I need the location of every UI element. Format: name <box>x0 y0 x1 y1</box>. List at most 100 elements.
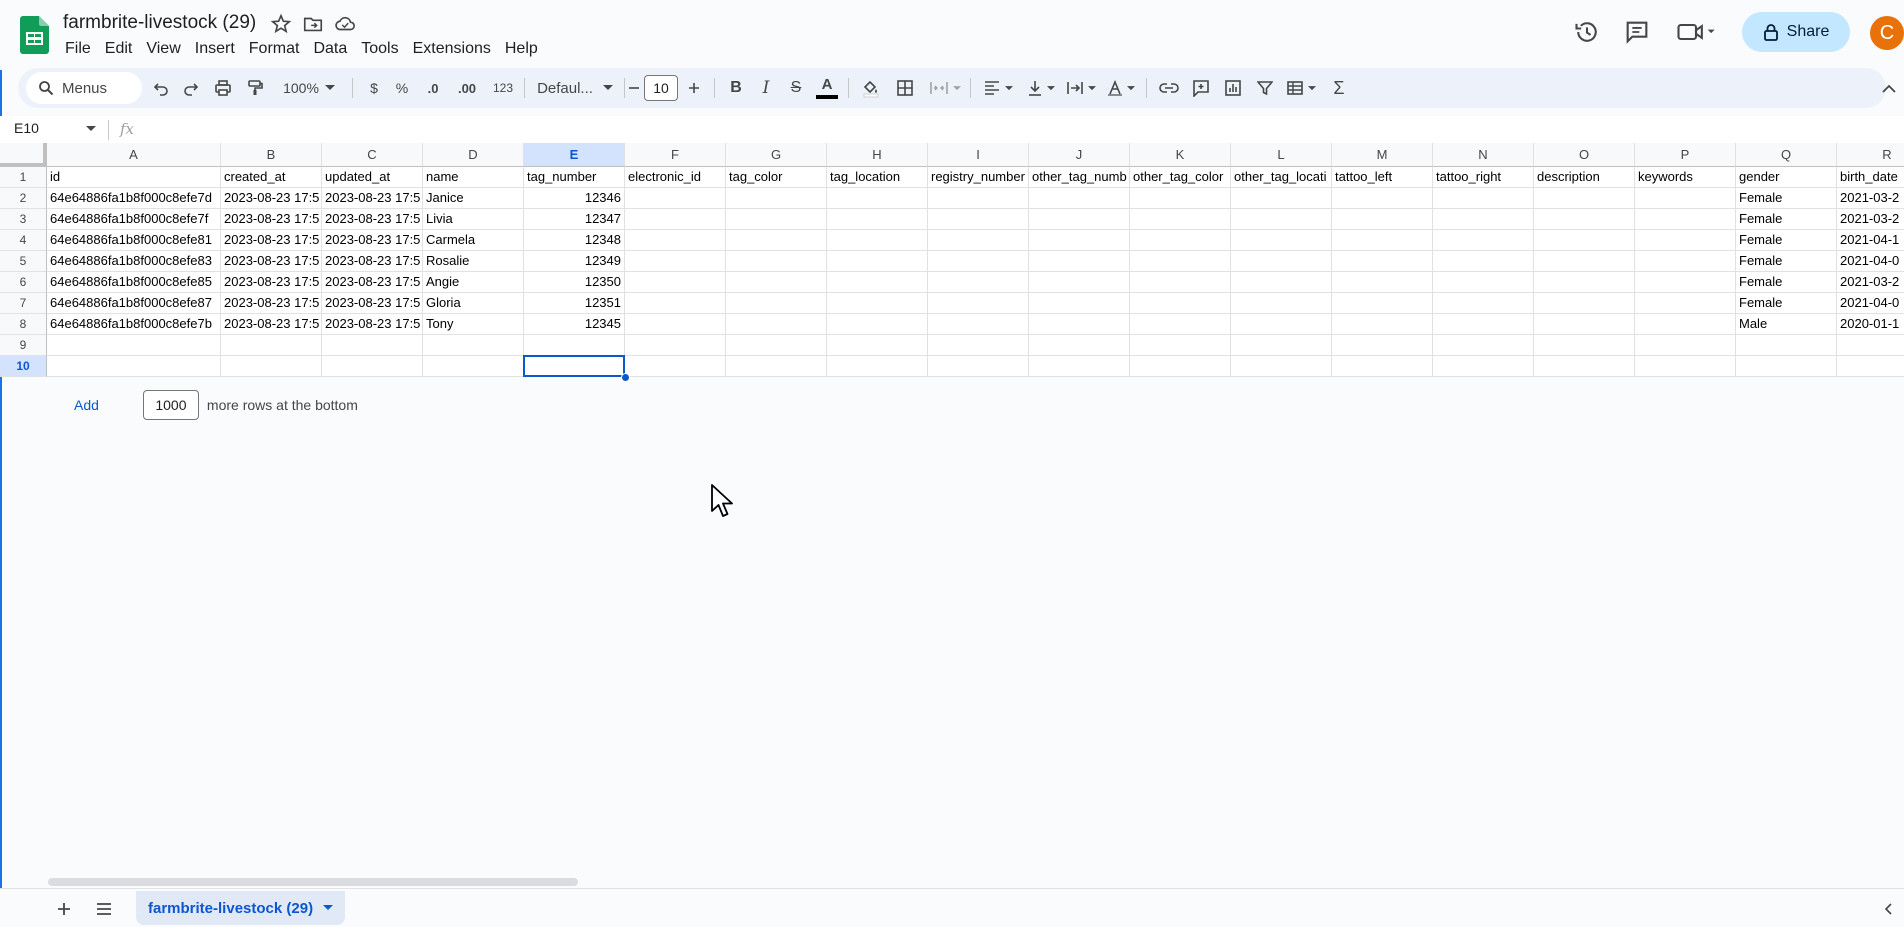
cell-n3[interactable] <box>1433 209 1534 230</box>
share-button[interactable]: Share <box>1742 12 1850 52</box>
cell-o3[interactable] <box>1534 209 1635 230</box>
cell-l2[interactable] <box>1231 188 1332 209</box>
cell-r7[interactable]: 2021-04-0 <box>1837 293 1904 314</box>
star-icon[interactable] <box>270 13 292 35</box>
cell-k4[interactable] <box>1130 230 1231 251</box>
cell-a8[interactable]: 64e64886fa1b8f000c8efe7b <box>47 314 221 335</box>
cell-r3[interactable]: 2021-03-2 <box>1837 209 1904 230</box>
cell-d4[interactable]: Carmela <box>423 230 524 251</box>
meet-video-icon[interactable] <box>1676 18 1716 46</box>
column-header-j[interactable]: J <box>1029 143 1130 167</box>
cell-h8[interactable] <box>827 314 928 335</box>
cell-h6[interactable] <box>827 272 928 293</box>
row-header-2[interactable]: 2 <box>0 188 47 209</box>
cell-m7[interactable] <box>1332 293 1433 314</box>
document-title[interactable]: farmbrite-livestock (29) <box>63 12 256 34</box>
column-header-n[interactable]: N <box>1433 143 1534 167</box>
column-header-d[interactable]: D <box>423 143 524 167</box>
column-header-m[interactable]: M <box>1332 143 1433 167</box>
merge-cells-button[interactable] <box>924 68 966 108</box>
cloud-saved-icon[interactable] <box>334 13 356 35</box>
cell-c10[interactable] <box>322 356 423 377</box>
cell-q3[interactable]: Female <box>1736 209 1837 230</box>
cell-m5[interactable] <box>1332 251 1433 272</box>
cell-b7[interactable]: 2023-08-23 17:5 <box>221 293 322 314</box>
cell-n6[interactable] <box>1433 272 1534 293</box>
cell-n5[interactable] <box>1433 251 1534 272</box>
cell-q7[interactable]: Female <box>1736 293 1837 314</box>
font-size-increase-button[interactable] <box>682 68 706 108</box>
cell-c4[interactable]: 2023-08-23 17:5 <box>322 230 423 251</box>
cell-f2[interactable] <box>625 188 726 209</box>
cell-d3[interactable]: Livia <box>423 209 524 230</box>
menu-edit[interactable]: Edit <box>98 38 140 60</box>
cell-m10[interactable] <box>1332 356 1433 377</box>
cell-j10[interactable] <box>1029 356 1130 377</box>
name-box[interactable]: E10 <box>14 120 39 136</box>
cell-p4[interactable] <box>1635 230 1736 251</box>
column-header-e[interactable]: E <box>524 143 625 167</box>
cell-k7[interactable] <box>1130 293 1231 314</box>
column-header-b[interactable]: B <box>221 143 322 167</box>
cell-l4[interactable] <box>1231 230 1332 251</box>
menu-extensions[interactable]: Extensions <box>406 38 498 60</box>
column-header-i[interactable]: I <box>928 143 1029 167</box>
cell-l3[interactable] <box>1231 209 1332 230</box>
row-header-9[interactable]: 9 <box>0 335 47 356</box>
cell-n9[interactable] <box>1433 335 1534 356</box>
cell-g1[interactable]: tag_color <box>726 167 827 188</box>
cell-l9[interactable] <box>1231 335 1332 356</box>
cell-d10[interactable] <box>423 356 524 377</box>
cell-r8[interactable]: 2020-01-1 <box>1837 314 1904 335</box>
borders-button[interactable] <box>890 68 920 108</box>
cell-e2[interactable]: 12346 <box>524 188 625 209</box>
cell-g10[interactable] <box>726 356 827 377</box>
row-header-5[interactable]: 5 <box>0 251 47 272</box>
column-header-a[interactable]: A <box>47 143 221 167</box>
cell-f1[interactable]: electronic_id <box>625 167 726 188</box>
add-rows-count-input[interactable]: 1000 <box>142 390 199 420</box>
cell-a1[interactable]: id <box>47 167 221 188</box>
cell-h3[interactable] <box>827 209 928 230</box>
cell-e3[interactable]: 12347 <box>524 209 625 230</box>
cell-i9[interactable] <box>928 335 1029 356</box>
cell-d7[interactable]: Gloria <box>423 293 524 314</box>
cell-i2[interactable] <box>928 188 1029 209</box>
cell-h9[interactable] <box>827 335 928 356</box>
horizontal-scrollbar[interactable] <box>48 876 1888 888</box>
cell-k6[interactable] <box>1130 272 1231 293</box>
cell-k9[interactable] <box>1130 335 1231 356</box>
column-header-f[interactable]: F <box>625 143 726 167</box>
menu-data[interactable]: Data <box>306 38 354 60</box>
cell-q1[interactable]: gender <box>1736 167 1837 188</box>
cell-m4[interactable] <box>1332 230 1433 251</box>
cell-e4[interactable]: 12348 <box>524 230 625 251</box>
cell-j4[interactable] <box>1029 230 1130 251</box>
cell-l6[interactable] <box>1231 272 1332 293</box>
cell-c5[interactable]: 2023-08-23 17:5 <box>322 251 423 272</box>
text-wrapping-button[interactable] <box>1060 68 1102 108</box>
column-header-o[interactable]: O <box>1534 143 1635 167</box>
cell-a6[interactable]: 64e64886fa1b8f000c8efe85 <box>47 272 221 293</box>
cell-p3[interactable] <box>1635 209 1736 230</box>
chevron-down-icon[interactable] <box>86 126 96 132</box>
cell-p8[interactable] <box>1635 314 1736 335</box>
cell-i5[interactable] <box>928 251 1029 272</box>
cell-e5[interactable]: 12349 <box>524 251 625 272</box>
number-format-button[interactable]: 123 <box>486 68 520 108</box>
column-header-r[interactable]: R <box>1837 143 1904 167</box>
cell-p5[interactable] <box>1635 251 1736 272</box>
add-sheet-button[interactable] <box>52 897 76 921</box>
cell-q6[interactable]: Female <box>1736 272 1837 293</box>
cell-g4[interactable] <box>726 230 827 251</box>
cell-j9[interactable] <box>1029 335 1130 356</box>
cell-m8[interactable] <box>1332 314 1433 335</box>
row-header-3[interactable]: 3 <box>0 209 47 230</box>
cell-p9[interactable] <box>1635 335 1736 356</box>
cell-l8[interactable] <box>1231 314 1332 335</box>
cell-g3[interactable] <box>726 209 827 230</box>
cell-k3[interactable] <box>1130 209 1231 230</box>
zoom-select[interactable]: 100% <box>274 68 344 108</box>
cell-c2[interactable]: 2023-08-23 17:5 <box>322 188 423 209</box>
fill-color-button[interactable] <box>856 68 886 108</box>
